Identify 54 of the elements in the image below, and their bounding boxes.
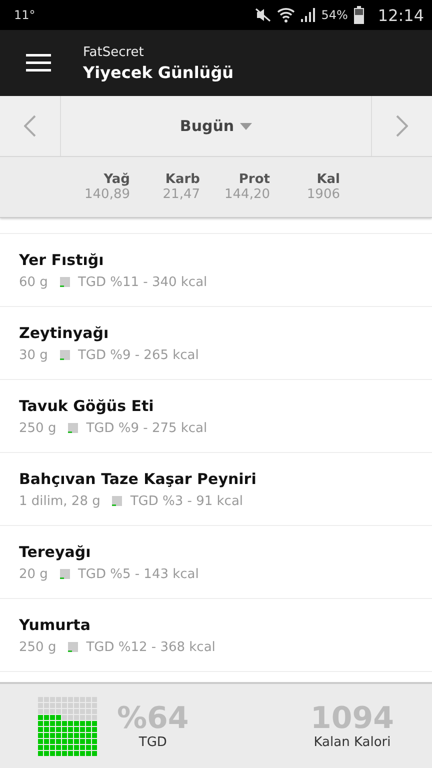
rdi-grid-icon — [60, 350, 70, 360]
rdi-calories: TGD %3 - 91 kcal — [130, 494, 244, 508]
rdi-grid-icon — [68, 642, 78, 652]
food-name: Tereyağı — [19, 542, 92, 560]
food-amount: 1 dilim, 28 g — [19, 494, 100, 508]
battery-icon — [354, 6, 364, 24]
clock: 12:14 — [378, 6, 424, 24]
rdi-grid-icon — [112, 496, 122, 506]
food-name: Zeytinyağı — [19, 324, 110, 342]
rdi-calories: TGD %9 - 275 kcal — [86, 420, 208, 436]
food-name: Bahçıvan Taze Kaşar Peyniri — [19, 470, 258, 488]
food-name: Tavuk Göğüs Eti — [19, 396, 155, 414]
rdi-calories: TGD %9 - 265 kcal — [78, 348, 199, 362]
food-item[interactable]: Bahçıvan Taze Kaşar Peyniri 1 dilim, 28 g TGD %3 - 91 kcal — [0, 453, 432, 526]
nutrient-value: 21,47 — [162, 187, 200, 202]
food-item[interactable]: Zeytinyağı 30 g TGD %9 - 265 kcal — [0, 307, 432, 380]
food-amount: 250 g — [19, 420, 56, 436]
food-item[interactable]: Yumurta 250 g TGD %12 - 368 kcal — [0, 599, 432, 672]
food-amount: 250 g — [19, 640, 56, 654]
food-amount: 30 g — [19, 348, 48, 362]
rdi-grid-icon — [60, 569, 70, 579]
nutrient-label: Prot — [238, 172, 270, 187]
remaining-label: Kalan Kalori — [314, 735, 391, 750]
mute-icon — [255, 8, 272, 22]
food-item[interactable]: Tereyağı 20 g TGD %5 - 143 kcal — [0, 526, 432, 599]
chevron-right-icon — [396, 115, 408, 137]
food-item[interactable]: Yer Fıstığı 60 g TGD %11 - 340 kcal — [0, 234, 432, 307]
rdi-calories: TGD %5 - 143 kcal — [78, 566, 199, 582]
nutrient-value: 144,20 — [224, 187, 270, 202]
rdi-label: TGD — [138, 735, 167, 750]
nutrient-label: Yağ — [104, 172, 130, 187]
rdi-grid-icon — [60, 277, 70, 287]
chevron-left-icon — [24, 115, 36, 137]
caret-icon — [240, 122, 252, 130]
nutrient-value: 1906 — [306, 187, 340, 202]
rdi-calories: TGD %11 - 340 kcal — [78, 274, 208, 290]
signal-icon — [301, 8, 316, 22]
battery-percent: 54% — [321, 8, 348, 22]
app-name: FatSecret — [83, 44, 145, 60]
nutrient-label: Kal — [316, 172, 340, 187]
food-name: Yer Fıstığı — [19, 250, 105, 268]
food-amount: 20 g — [19, 566, 48, 582]
menu-icon[interactable] — [26, 54, 51, 72]
wifi-icon — [277, 7, 296, 23]
nutrient-value: 140,89 — [84, 187, 130, 202]
rdi-grid-icon — [38, 696, 97, 756]
rdi-grid-icon — [68, 423, 78, 433]
food-item[interactable]: Tavuk Göğüs Eti 250 g TGD %9 - 275 kcal — [0, 380, 432, 453]
rdi-calories: TGD %12 - 368 kcal — [86, 640, 216, 654]
nutrient-label: Karb — [165, 172, 200, 187]
temperature: 11° — [14, 8, 36, 22]
screen-title: Yiyecek Günlüğü — [83, 62, 234, 82]
food-name: Yumurta — [19, 616, 92, 634]
food-amount: 60 g — [19, 274, 48, 290]
